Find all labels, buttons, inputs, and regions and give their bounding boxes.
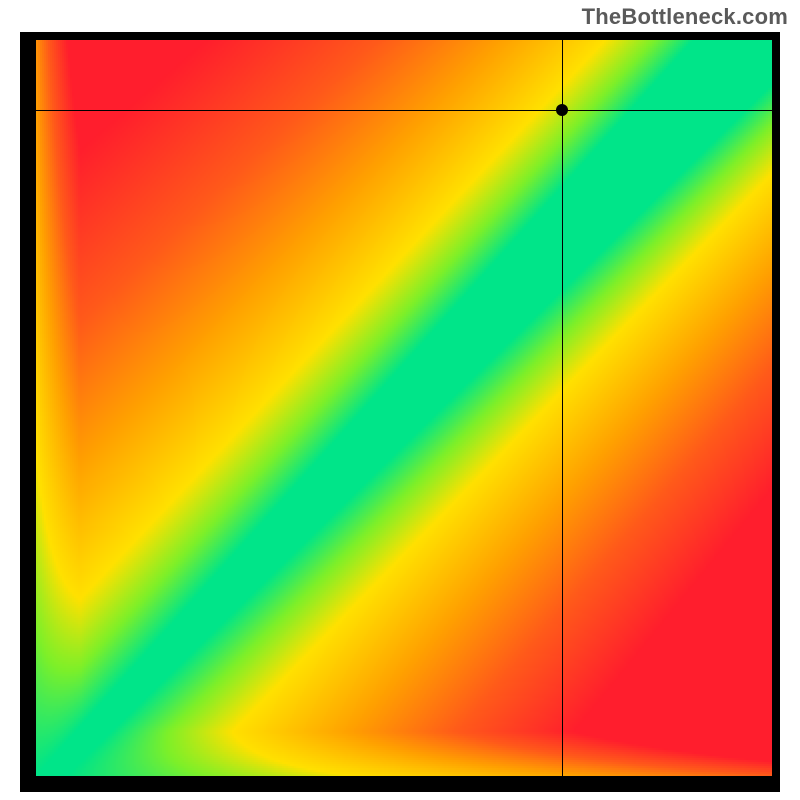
- selection-marker: [556, 104, 568, 116]
- crosshair-horizontal: [36, 110, 772, 111]
- plot-frame: [20, 32, 780, 792]
- chart-stage: TheBottleneck.com: [0, 0, 800, 800]
- crosshair-vertical: [562, 40, 563, 776]
- heatmap-canvas: [36, 40, 772, 776]
- watermark-text: TheBottleneck.com: [582, 4, 788, 30]
- plot-area: [36, 40, 772, 776]
